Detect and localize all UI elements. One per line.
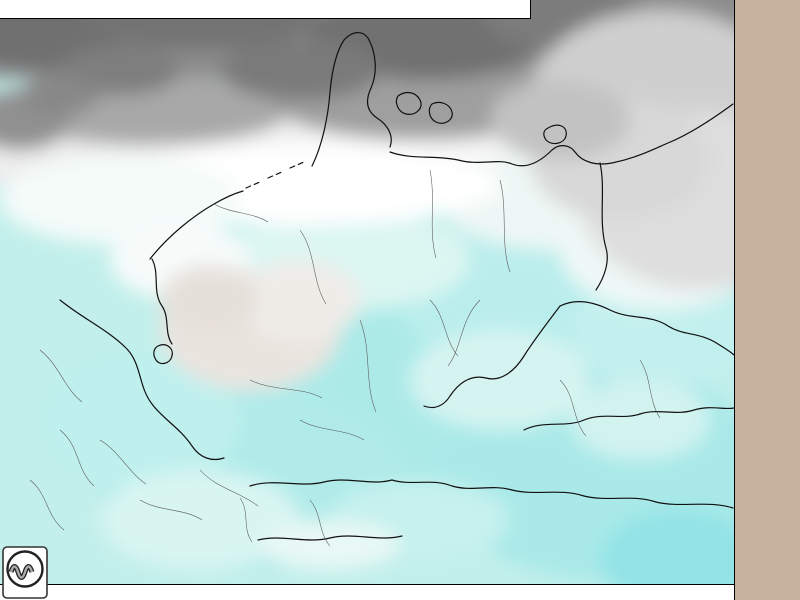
weather-map (0, 0, 734, 600)
metmaps-logo (2, 546, 48, 599)
metmaps-weather-app (0, 0, 800, 600)
cloud-cover-colorbar (735, 0, 800, 600)
attribution-bar (0, 584, 734, 600)
legend-panel (734, 0, 800, 600)
title-bar (0, 0, 531, 19)
